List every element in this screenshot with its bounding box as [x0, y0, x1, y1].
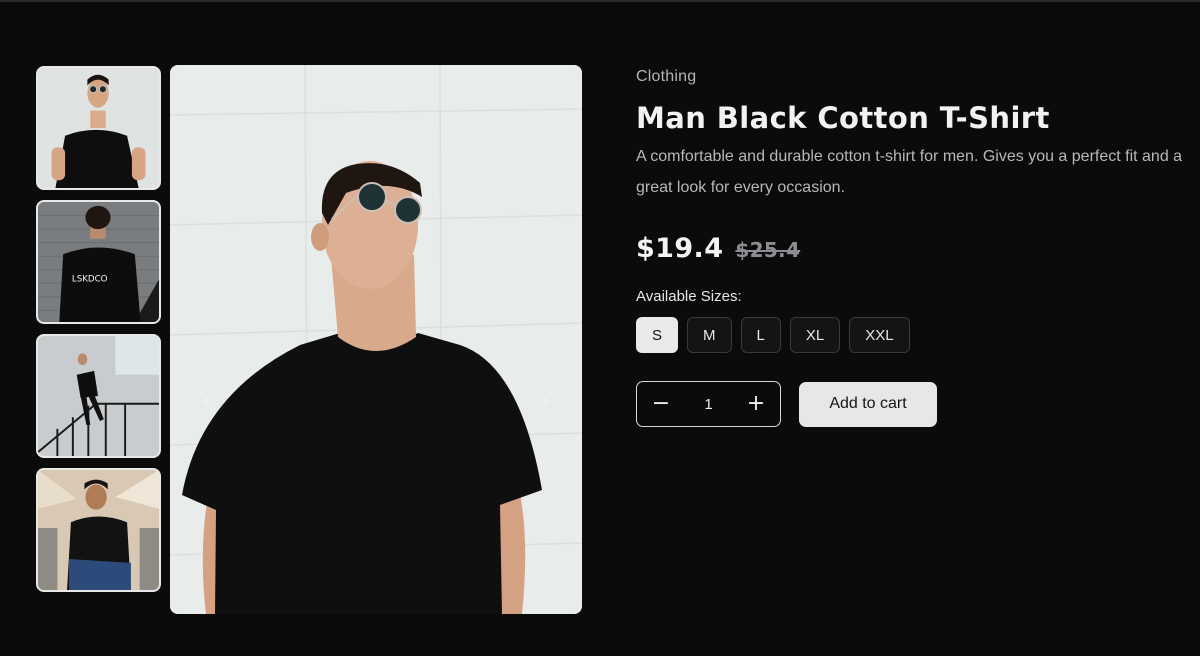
thumbnail-3-image [38, 336, 159, 456]
previous-image-icon[interactable]: ‹ [194, 390, 218, 414]
product-description: A comfortable and durable cotton t-shirt… [636, 148, 1183, 196]
thumbnail-list: LSKDCO [36, 66, 161, 602]
product-category[interactable]: Clothing [636, 68, 1186, 86]
main-image-photo [170, 65, 582, 614]
main-product-image: ‹ › [170, 65, 582, 614]
sizes-label: Available Sizes: [636, 288, 742, 305]
decrement-button[interactable]: − [651, 393, 671, 415]
thumbnail-1-image [38, 68, 159, 188]
product-details: Clothing Man Black Cotton T-Shirt A comf… [636, 68, 1186, 427]
size-option-xxl[interactable]: XXL [849, 317, 910, 353]
size-option-m[interactable]: M [687, 317, 732, 353]
add-to-cart-button[interactable]: Add to cart [799, 381, 937, 427]
size-option-s[interactable]: S [636, 317, 679, 353]
quantity-stepper: − 1 + [636, 381, 781, 427]
original-price: $25.4 [735, 238, 801, 262]
thumbnail-1[interactable] [36, 66, 161, 190]
next-image-icon[interactable]: › [534, 390, 558, 414]
quantity-value: 1 [704, 395, 713, 413]
price-row: $19.4 $25.4 [636, 233, 1186, 264]
size-options: S M L XL XXL [636, 317, 1186, 353]
thumbnail-2-image: LSKDCO [38, 202, 159, 322]
thumbnail-4[interactable] [36, 468, 161, 592]
current-price: $19.4 [636, 233, 724, 264]
thumbnail-4-image [38, 470, 159, 590]
thumbnail-2[interactable]: LSKDCO [36, 200, 161, 324]
top-divider [0, 0, 1200, 2]
size-option-xl[interactable]: XL [789, 317, 841, 353]
shirt-print-text: LSKDCO [72, 274, 108, 284]
increment-button[interactable]: + [746, 393, 766, 415]
size-option-l[interactable]: L [740, 317, 781, 353]
thumbnail-3[interactable] [36, 334, 161, 458]
product-title: Man Black Cotton T-Shirt [636, 101, 1050, 135]
cart-actions: − 1 + Add to cart [636, 381, 1186, 427]
